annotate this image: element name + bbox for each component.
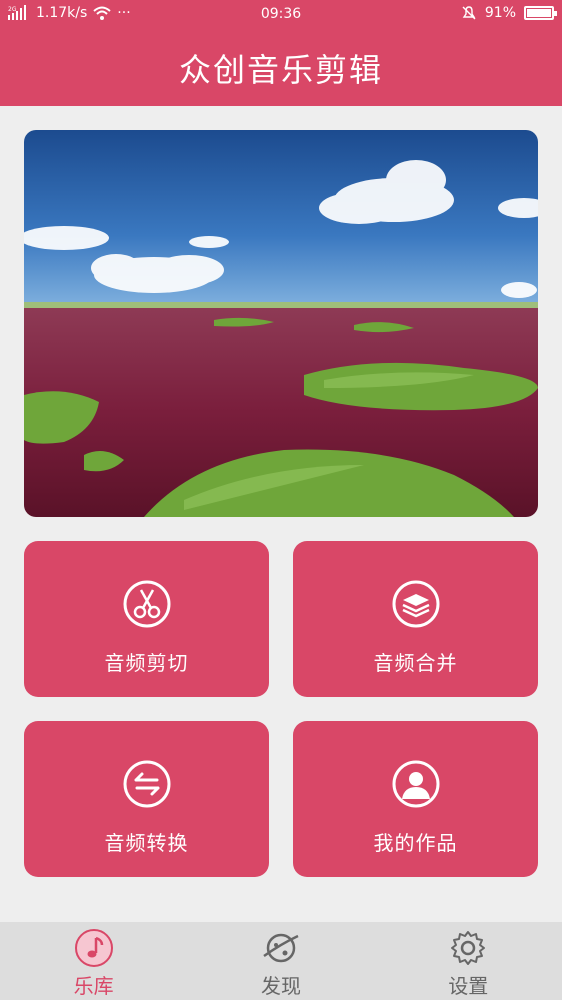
banner-image (24, 130, 538, 517)
landscape-picture (24, 130, 538, 517)
tab-label: 乐库 (73, 974, 114, 998)
tile-label: 音频合并 (373, 651, 458, 675)
status-bar: 2G 1.17k/s ··· 09:36 91% (0, 0, 562, 30)
layers-icon (392, 580, 439, 628)
gear-icon (451, 931, 486, 965)
bottom-tab-bar: 乐库 发现 设置 (0, 922, 562, 1000)
tab-settings[interactable]: 设置 (375, 922, 562, 1000)
tile-label: 我的作品 (373, 831, 458, 855)
audio-merge-button[interactable]: 音频合并 (293, 541, 538, 697)
mute-bell-icon (462, 6, 476, 20)
title-bar: 众创音乐剪辑 (0, 30, 562, 106)
audio-convert-button[interactable]: 音频转换 (24, 721, 269, 877)
tab-discover[interactable]: 发现 (187, 922, 374, 1000)
app-title: 众创音乐剪辑 (178, 51, 383, 89)
scissors-icon (123, 580, 170, 628)
tab-label: 发现 (260, 974, 301, 998)
swap-arrows-icon (123, 760, 170, 808)
audio-cut-button[interactable]: 音频剪切 (24, 541, 269, 697)
music-note-icon (74, 929, 113, 967)
tab-label: 设置 (448, 974, 489, 998)
status-right: 91% (461, 5, 557, 21)
user-icon (392, 760, 439, 808)
battery-percent: 91% (484, 5, 516, 21)
battery-icon (524, 6, 557, 20)
battery-fill (527, 9, 551, 17)
my-works-button[interactable]: 我的作品 (293, 721, 538, 877)
planet-icon (263, 933, 299, 963)
tab-music-library[interactable]: 乐库 (0, 922, 187, 1000)
tile-label: 音频转换 (104, 831, 189, 855)
tile-label: 音频剪切 (104, 651, 189, 675)
